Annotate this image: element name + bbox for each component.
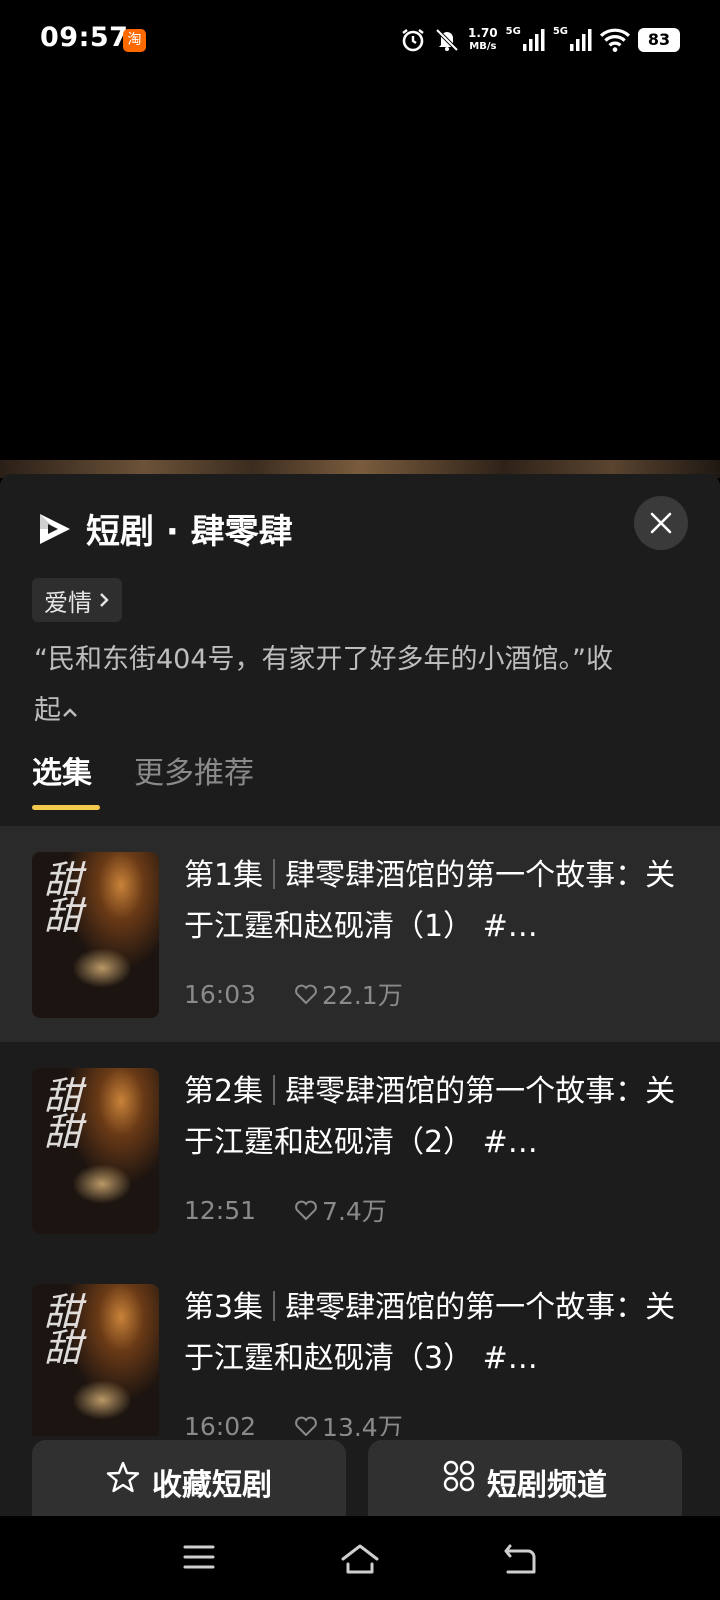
likes-count: 7.4万 [322, 1197, 387, 1226]
episode-likes: 22.1万 [294, 976, 403, 1012]
mute-icon [435, 28, 459, 52]
genre-tag[interactable]: 爱情 [32, 578, 122, 622]
network-type-1: 5G [505, 26, 521, 37]
episode-meta: 16:03 22.1万 [184, 976, 403, 1012]
episode-meta: 12:51 7.4万 [184, 1192, 387, 1228]
status-bar: 09:57 淘 1.70 MB/s 5G 5G 83 [0, 0, 720, 80]
episode-title: 第3集 肆零肆酒馆的第一个故事：关于江霆和赵砚清（3） #… [184, 1282, 684, 1384]
home-icon[interactable] [340, 1542, 380, 1576]
tab-bar: 选集 更多推荐 [32, 748, 254, 810]
heart-icon [295, 1416, 317, 1437]
episode-number: 第1集 [184, 858, 264, 893]
episode-title: 第2集 肆零肆酒馆的第一个故事：关于江霆和赵砚清（2） #… [184, 1066, 684, 1168]
genre-tag-label: 爱情 [44, 588, 92, 617]
chevron-right-icon [100, 593, 109, 607]
episode-title: 第1集 肆零肆酒馆的第一个故事：关于江霆和赵砚清（1） #… [184, 850, 684, 952]
taobao-notification-icon: 淘 [123, 29, 146, 52]
drama-detail-sheet: 短剧 · 肆零肆 爱情 “民和东街404号，有家开了好多年的小酒馆。”收起 选集… [0, 474, 720, 1514]
heart-icon [295, 984, 317, 1005]
episode-thumbnail: 甜甜 [32, 852, 159, 1018]
tab-episodes[interactable]: 选集 [32, 748, 100, 810]
signal-icon [570, 29, 592, 51]
tab-more-recommendations[interactable]: 更多推荐 [134, 748, 254, 810]
episode-thumbnail: 甜甜 [32, 1284, 159, 1450]
play-logo-icon [40, 513, 70, 544]
episode-duration: 12:51 [184, 1195, 257, 1225]
grid-icon [443, 1460, 475, 1492]
episode-likes: 7.4万 [294, 1192, 387, 1228]
status-icons: 1.70 MB/s 5G 5G 83 [400, 24, 680, 56]
episode-number: 第3集 [184, 1290, 264, 1325]
video-player[interactable] [0, 80, 720, 460]
signal-2: 5G [552, 26, 592, 51]
status-time: 09:57 [40, 22, 129, 53]
wifi-icon [600, 28, 630, 52]
battery-icon: 83 [638, 28, 680, 52]
page-title: 短剧 · 肆零肆 [86, 512, 293, 552]
episode-row[interactable]: 甜甜 第1集 肆零肆酒馆的第一个故事：关于江霆和赵砚清（1） #… 16:03 2… [0, 826, 720, 1042]
channel-label: 短剧频道 [487, 1468, 607, 1503]
likes-count: 22.1万 [322, 981, 403, 1010]
episode-thumbnail: 甜甜 [32, 1068, 159, 1234]
episode-duration: 16:03 [184, 979, 257, 1009]
episode-list: 甜甜 第1集 肆零肆酒馆的第一个故事：关于江霆和赵砚清（1） #… 16:03 2… [0, 826, 720, 1474]
speed-unit: MB/s [469, 41, 497, 52]
back-icon[interactable] [502, 1542, 538, 1576]
signal-icon [522, 29, 545, 51]
close-button[interactable] [634, 496, 688, 550]
heart-icon [295, 1200, 317, 1221]
episode-number: 第2集 [184, 1074, 264, 1109]
favorite-label: 收藏短剧 [152, 1468, 272, 1503]
chevron-up-icon [63, 708, 77, 717]
network-speed: 1.70 MB/s [468, 27, 498, 53]
action-bar: 收藏短剧 短剧频道 [0, 1436, 720, 1530]
signal-1: 5G [505, 26, 545, 51]
star-icon [106, 1461, 140, 1493]
network-type-2: 5G [552, 26, 568, 37]
description-text: “民和东街404号，有家开了好多年的小酒馆。” [34, 644, 587, 675]
menu-icon[interactable] [182, 1542, 216, 1572]
description: “民和东街404号，有家开了好多年的小酒馆。”收起 [34, 634, 634, 736]
alarm-icon [402, 29, 424, 52]
episode-row[interactable]: 甜甜 第2集 肆零肆酒馆的第一个故事：关于江霆和赵砚清（2） #… 12:51 7… [0, 1042, 720, 1258]
speed-value: 1.70 [468, 26, 498, 40]
sheet-header: 短剧 · 肆零肆 [36, 504, 293, 553]
close-icon [650, 512, 672, 534]
system-navigation-bar [0, 1516, 720, 1600]
